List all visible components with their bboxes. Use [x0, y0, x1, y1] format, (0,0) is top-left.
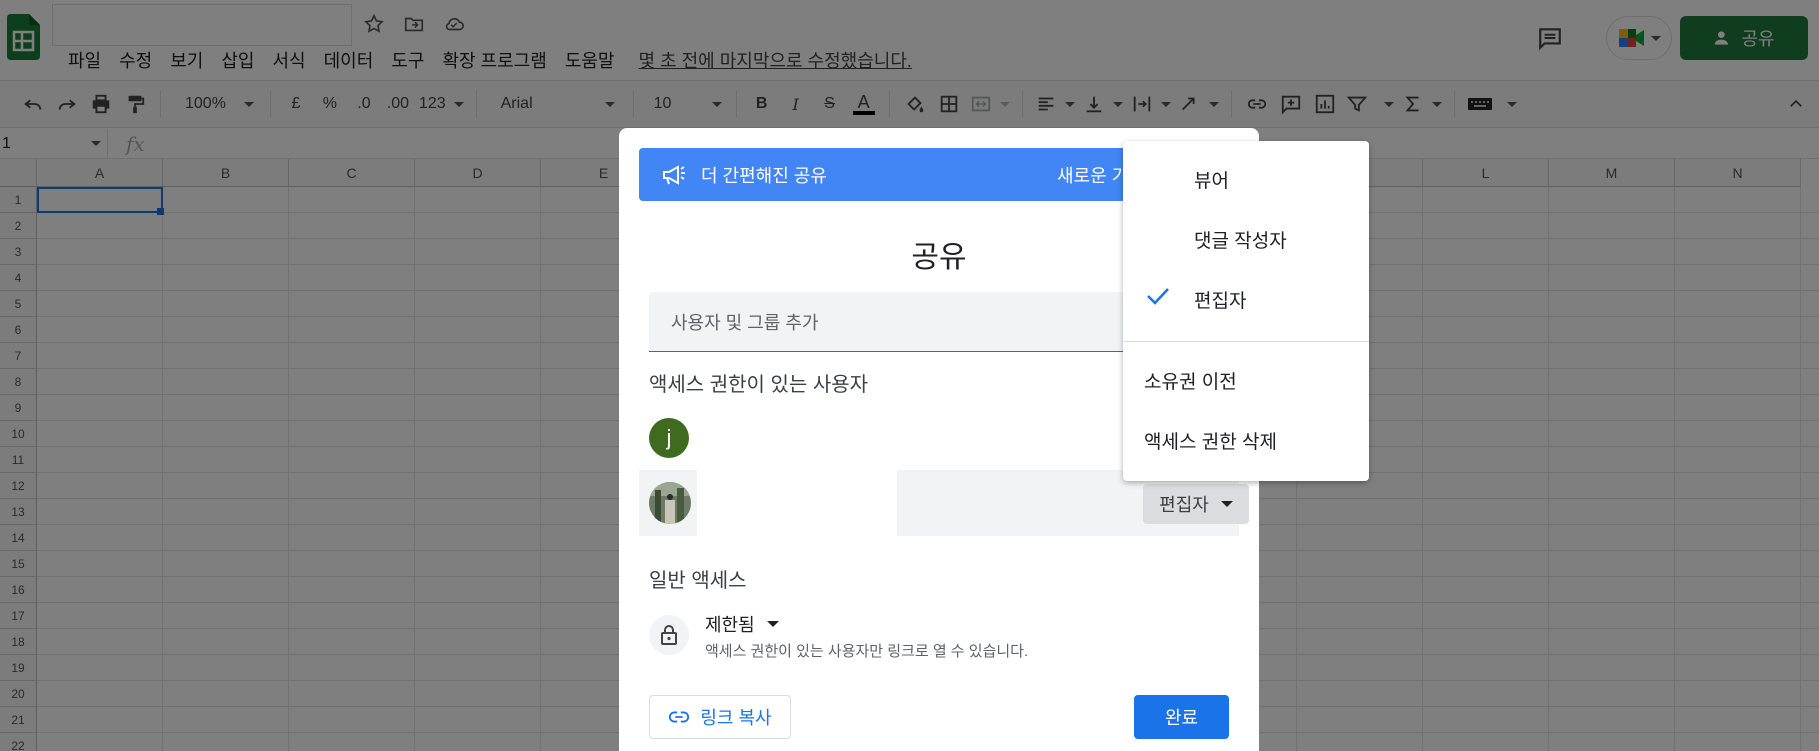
remove-access-option[interactable]: 액세스 권한 삭제	[1123, 415, 1369, 465]
banner-text: 더 간편해진 공유	[701, 165, 827, 186]
role-menu: 뷰어 댓글 작성자 편집자 소유권 이전 액세스 권한 삭제	[1123, 141, 1369, 481]
copy-link-button[interactable]: 링크 복사	[649, 695, 791, 739]
user-avatar-photo	[649, 482, 691, 524]
copy-link-label: 링크 복사	[700, 708, 772, 728]
role-option-label: 댓글 작성자	[1194, 230, 1287, 252]
transfer-ownership-option[interactable]: 소유권 이전	[1123, 355, 1369, 405]
chevron-down-icon	[1220, 501, 1233, 507]
people-with-access-heading: 액세스 권한이 있는 사용자	[649, 374, 869, 396]
add-people-placeholder: 사용자 및 그룹 추가	[671, 312, 819, 333]
user-role-select[interactable]: 편집자	[1143, 484, 1249, 524]
lock-icon	[649, 615, 689, 655]
general-access-description: 액세스 권한이 있는 사용자만 링크로 열 수 있습니다.	[705, 643, 1029, 660]
check-icon	[1145, 285, 1171, 313]
role-option-label: 편집자	[1194, 290, 1247, 312]
remove-access-label: 액세스 권한 삭제	[1144, 431, 1277, 453]
transfer-ownership-label: 소유권 이전	[1144, 371, 1237, 393]
chevron-down-icon	[766, 621, 779, 627]
menu-divider	[1123, 341, 1369, 342]
role-option-label: 뷰어	[1194, 170, 1229, 192]
general-access-select[interactable]: 제한됨	[705, 611, 779, 637]
user-role-value: 편집자	[1159, 495, 1209, 515]
megaphone-icon	[661, 163, 687, 187]
role-option-editor[interactable]: 편집자	[1123, 274, 1369, 324]
redacted-user-info	[697, 470, 897, 536]
link-icon	[669, 711, 690, 723]
role-option-viewer[interactable]: 뷰어	[1123, 154, 1369, 204]
general-access-value: 제한됨	[705, 615, 755, 635]
avatar: j	[649, 418, 689, 458]
done-button[interactable]: 완료	[1134, 695, 1229, 739]
general-access-heading: 일반 액세스	[649, 570, 747, 592]
role-option-commenter[interactable]: 댓글 작성자	[1123, 214, 1369, 264]
